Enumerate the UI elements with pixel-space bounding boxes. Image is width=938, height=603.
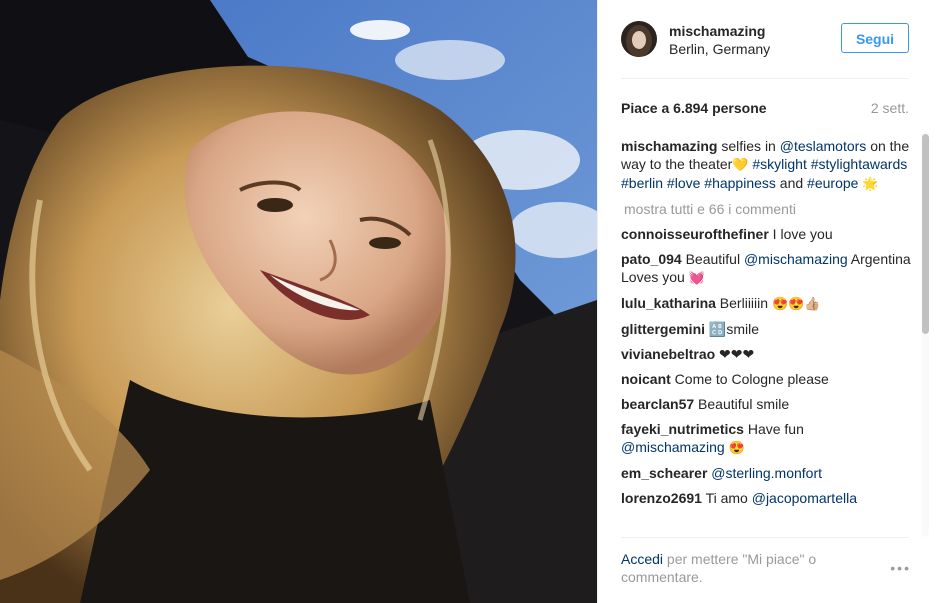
comment-username[interactable]: vivianebeltrao — [621, 346, 715, 362]
scrollbar-thumb[interactable] — [922, 134, 929, 334]
avatar[interactable] — [621, 21, 657, 57]
comment-text: Ti amo — [701, 490, 752, 506]
hashtag-link[interactable]: #berlin — [621, 175, 663, 191]
more-options-icon[interactable]: ••• — [890, 560, 911, 576]
login-prompt: Accedi per mettere "Mi piace" o commenta… — [621, 550, 861, 586]
comment-username[interactable]: noicant — [621, 371, 671, 387]
comment-mention[interactable]: @sterling.monfort — [711, 465, 822, 481]
comment-item: fayeki_nutrimetics Have fun @mischamazin… — [621, 420, 911, 457]
hashtag-link[interactable]: #europe — [807, 175, 858, 191]
comment-text: Come to Cologne please — [670, 371, 829, 387]
comment-text: Beautiful smile — [694, 396, 790, 412]
comment-item: vivianebeltrao ❤❤❤ — [621, 345, 911, 363]
selfie-image — [0, 0, 597, 603]
comment-text: 🔠smile — [705, 321, 760, 337]
post-footer: Accedi per mettere "Mi piace" o commenta… — [621, 537, 909, 598]
username-link[interactable]: mischamazing — [669, 23, 765, 39]
post-timestamp[interactable]: 2 sett. — [871, 100, 909, 116]
post-photo[interactable] — [0, 0, 597, 603]
comment-item: lulu_katharina Berliiiiin 😍😍👍🏼 — [621, 294, 911, 313]
hashtag-link[interactable]: #skylight — [752, 156, 806, 172]
caption-mention[interactable]: @teslamotors — [780, 138, 867, 154]
likes-row: Piace a 6.894 persone 2 sett. — [621, 100, 909, 120]
comment-username[interactable]: fayeki_nutrimetics — [621, 421, 744, 437]
comment-item: glittergemini 🔠smile — [621, 320, 911, 338]
yellow-heart-icon: 💛 — [732, 157, 749, 172]
comment-item: noicant Come to Cologne please — [621, 370, 911, 388]
post-header: mischamazing Berlin, Germany Segui — [621, 18, 909, 79]
caption-text-1: selfies in — [717, 138, 780, 154]
hashtag-link[interactable]: #happiness — [704, 175, 776, 191]
hashtag-link[interactable]: #stylightawards — [811, 156, 908, 172]
comment-mention[interactable]: @jacopomartella — [752, 490, 857, 506]
avatar-image — [621, 21, 657, 57]
comment-text: Have fun — [743, 421, 804, 437]
comment-item: bearclan57 Beautiful smile — [621, 395, 911, 413]
comment-mention[interactable]: @mischamazing — [621, 439, 725, 455]
comment-username[interactable]: pato_094 — [621, 251, 682, 267]
comment-text: Berliiiiin — [715, 295, 772, 311]
caption-username[interactable]: mischamazing — [621, 138, 717, 154]
heart-eyes-icon: 😍😍👍🏼 — [771, 296, 821, 311]
comments-list: mischamazing selfies in @teslamotors on … — [621, 137, 911, 532]
heart-icon: 💓 — [688, 270, 705, 285]
follow-button[interactable]: Segui — [841, 23, 909, 53]
caption-text-3: and — [775, 175, 808, 191]
comment-username[interactable]: em_schearer — [621, 465, 707, 481]
show-all-comments-link[interactable]: mostra tutti e 66 i commenti — [624, 200, 911, 218]
comment-item: pato_094 Beautiful @mischamazing Argenti… — [621, 250, 911, 287]
heart-eyes-icon: 😍 — [728, 440, 745, 455]
comment-username[interactable]: lorenzo2691 — [621, 490, 702, 506]
comment-text: I love you — [768, 226, 833, 242]
comment-item: lorenzo2691 Ti amo @jacopomartella — [621, 489, 911, 507]
comment-text: ❤❤❤ — [715, 346, 755, 362]
location-link[interactable]: Berlin, Germany — [669, 41, 770, 57]
comment-item: connoisseurofthefiner I love you — [621, 225, 911, 243]
star-icon: 🌟 — [862, 176, 879, 191]
likes-count[interactable]: Piace a 6.894 persone — [621, 100, 767, 116]
hashtag-link[interactable]: #love — [667, 175, 700, 191]
comment-username[interactable]: glittergemini — [621, 321, 705, 337]
comment-username[interactable]: connoisseurofthefiner — [621, 226, 769, 242]
comment-text: Beautiful — [681, 251, 744, 267]
comment-username[interactable]: lulu_katharina — [621, 295, 716, 311]
login-link[interactable]: Accedi — [621, 551, 663, 567]
comments-scrollbar[interactable] — [922, 131, 929, 537]
comment-username[interactable]: bearclan57 — [621, 396, 694, 412]
post-side-panel: mischamazing Berlin, Germany Segui Piace… — [597, 0, 938, 603]
comment-mention[interactable]: @mischamazing — [744, 251, 848, 267]
caption: mischamazing selfies in @teslamotors on … — [621, 137, 911, 193]
comment-item: em_schearer @sterling.monfort — [621, 464, 911, 482]
instagram-post-modal: mischamazing Berlin, Germany Segui Piace… — [0, 0, 938, 603]
